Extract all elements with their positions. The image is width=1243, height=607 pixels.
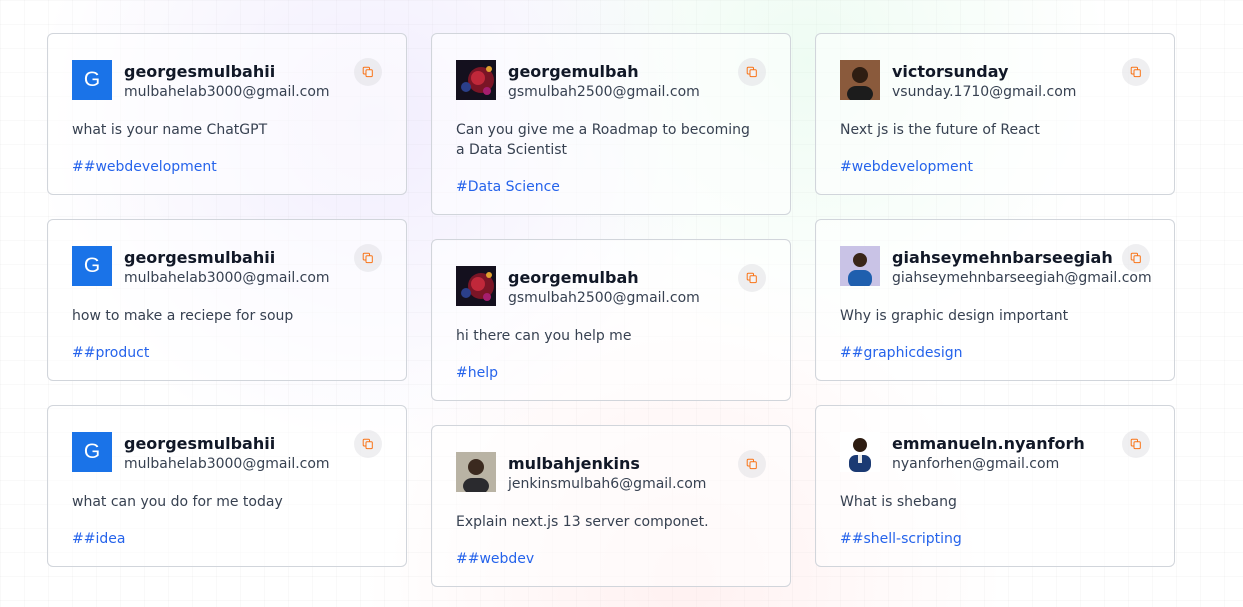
prompt-text: What is shebang xyxy=(840,494,957,510)
username: giahseymehnbarseegiah xyxy=(892,248,1113,267)
avatar: G xyxy=(72,60,112,100)
user-email: vsunday.1710@gmail.com xyxy=(892,84,1077,100)
prompt-tag[interactable]: ##webdev xyxy=(456,549,766,569)
username: emmanueln.nyanforh xyxy=(892,434,1085,453)
user-info: mulbahjenkins jenkinsmulbah6@gmail.com xyxy=(508,454,706,494)
user-info: giahseymehnbarseegiah giahseymehnbarseegi… xyxy=(892,248,1152,288)
prompt-card: Ggeorgesmulbahii mulbahelab3000@gmail.com… xyxy=(47,405,407,567)
username: georgesmulbahii xyxy=(124,62,276,81)
user-email: gsmulbah2500@gmail.com xyxy=(508,290,700,306)
copy-icon xyxy=(1130,249,1142,268)
copy-button[interactable] xyxy=(738,58,766,86)
card-header[interactable]: giahseymehnbarseegiah giahseymehnbarseegi… xyxy=(840,246,1152,288)
copy-button[interactable] xyxy=(1122,58,1150,86)
avatar: G xyxy=(72,246,112,286)
username: georgemulbah xyxy=(508,268,639,287)
prompt-card: victorsunday vsunday.1710@gmail.com Next j… xyxy=(815,33,1175,195)
prompt-tag[interactable]: #Data Science xyxy=(456,177,766,197)
avatar xyxy=(456,266,496,306)
user-email: mulbahelab3000@gmail.com xyxy=(124,84,330,100)
user-info: georgesmulbahii mulbahelab3000@gmail.com xyxy=(124,434,330,474)
copy-icon xyxy=(362,249,374,268)
prompt-tag[interactable]: #webdevelopment xyxy=(840,157,1150,177)
prompt-card: Ggeorgesmulbahii mulbahelab3000@gmail.com… xyxy=(47,33,407,195)
copy-button[interactable] xyxy=(354,58,382,86)
card-header[interactable]: victorsunday vsunday.1710@gmail.com xyxy=(840,60,1150,102)
prompt-tag[interactable]: ##idea xyxy=(72,529,382,549)
copy-icon xyxy=(746,63,758,82)
username: mulbahjenkins xyxy=(508,454,640,473)
prompt-card: mulbahjenkins jenkinsmulbah6@gmail.com Exp… xyxy=(431,425,791,587)
prompt-text: Explain next.js 13 server componet. xyxy=(456,514,709,530)
prompt-text: what can you do for me today xyxy=(72,494,283,510)
prompt-text: Can you give me a Roadmap to becoming a … xyxy=(456,122,750,158)
user-info: georgesmulbahii mulbahelab3000@gmail.com xyxy=(124,62,330,102)
copy-icon xyxy=(746,269,758,288)
copy-button[interactable] xyxy=(1122,244,1150,272)
prompt-card: Ggeorgesmulbahii mulbahelab3000@gmail.com… xyxy=(47,219,407,381)
copy-button[interactable] xyxy=(1122,430,1150,458)
user-email: nyanforhen@gmail.com xyxy=(892,456,1060,472)
username: georgesmulbahii xyxy=(124,434,276,453)
prompt-tag[interactable]: ##shell-scripting xyxy=(840,529,1150,549)
user-info: emmanueln.nyanforh nyanforhen@gmail.com xyxy=(892,434,1085,474)
prompt-feed: Ggeorgesmulbahii mulbahelab3000@gmail.com… xyxy=(47,33,1175,587)
username: georgemulbah xyxy=(508,62,639,81)
avatar xyxy=(456,452,496,492)
prompt-text: how to make a reciepe for soup xyxy=(72,308,294,324)
prompt-text: hi there can you help me xyxy=(456,328,632,344)
copy-icon xyxy=(1130,63,1142,82)
user-email: mulbahelab3000@gmail.com xyxy=(124,270,330,286)
username: victorsunday xyxy=(892,62,1009,81)
prompt-card: emmanueln.nyanforh nyanforhen@gmail.com Wh… xyxy=(815,405,1175,567)
prompt-text: Why is graphic design important xyxy=(840,308,1069,324)
prompt-text: Next js is the future of React xyxy=(840,122,1040,138)
avatar xyxy=(456,60,496,100)
user-info: georgemulbah gsmulbah2500@gmail.com xyxy=(508,62,700,102)
prompt-tag[interactable]: ##graphicdesign xyxy=(840,343,1150,363)
copy-button[interactable] xyxy=(738,264,766,292)
copy-icon xyxy=(1130,435,1142,454)
avatar xyxy=(840,246,880,286)
user-email: gsmulbah2500@gmail.com xyxy=(508,84,700,100)
feed-column: victorsunday vsunday.1710@gmail.com Next j… xyxy=(815,33,1175,567)
user-email: jenkinsmulbah6@gmail.com xyxy=(508,476,707,492)
copy-icon xyxy=(362,435,374,454)
feed-column: Ggeorgesmulbahii mulbahelab3000@gmail.com… xyxy=(47,33,407,567)
prompt-text: what is your name ChatGPT xyxy=(72,122,268,138)
prompt-tag[interactable]: ##product xyxy=(72,343,382,363)
user-info: georgesmulbahii mulbahelab3000@gmail.com xyxy=(124,248,330,288)
copy-icon xyxy=(746,455,758,474)
card-header[interactable]: mulbahjenkins jenkinsmulbah6@gmail.com xyxy=(456,452,766,494)
user-email: giahseymehnbarseegiah@gmail.com xyxy=(892,270,1152,286)
copy-button[interactable] xyxy=(354,244,382,272)
prompt-card: georgemulbah gsmulbah2500@gmail.com Can yo… xyxy=(431,33,791,215)
username: georgesmulbahii xyxy=(124,248,276,267)
prompt-tag[interactable]: ##webdevelopment xyxy=(72,157,382,177)
user-info: georgemulbah gsmulbah2500@gmail.com xyxy=(508,268,700,308)
card-header[interactable]: georgemulbah gsmulbah2500@gmail.com xyxy=(456,60,766,102)
prompt-card: georgemulbah gsmulbah2500@gmail.com hi the… xyxy=(431,239,791,401)
prompt-tag[interactable]: #help xyxy=(456,363,766,383)
copy-icon xyxy=(362,63,374,82)
avatar: G xyxy=(72,432,112,472)
copy-button[interactable] xyxy=(354,430,382,458)
user-info: victorsunday vsunday.1710@gmail.com xyxy=(892,62,1076,102)
card-header[interactable]: Ggeorgesmulbahii mulbahelab3000@gmail.com xyxy=(72,246,382,288)
card-header[interactable]: Ggeorgesmulbahii mulbahelab3000@gmail.com xyxy=(72,60,382,102)
card-header[interactable]: emmanueln.nyanforh nyanforhen@gmail.com xyxy=(840,432,1150,474)
avatar xyxy=(840,432,880,472)
card-header[interactable]: georgemulbah gsmulbah2500@gmail.com xyxy=(456,266,766,308)
prompt-card: giahseymehnbarseegiah giahseymehnbarseegi… xyxy=(815,219,1175,381)
avatar xyxy=(840,60,880,100)
card-header[interactable]: Ggeorgesmulbahii mulbahelab3000@gmail.com xyxy=(72,432,382,474)
user-email: mulbahelab3000@gmail.com xyxy=(124,456,330,472)
copy-button[interactable] xyxy=(738,450,766,478)
feed-column: georgemulbah gsmulbah2500@gmail.com Can yo… xyxy=(431,33,791,587)
